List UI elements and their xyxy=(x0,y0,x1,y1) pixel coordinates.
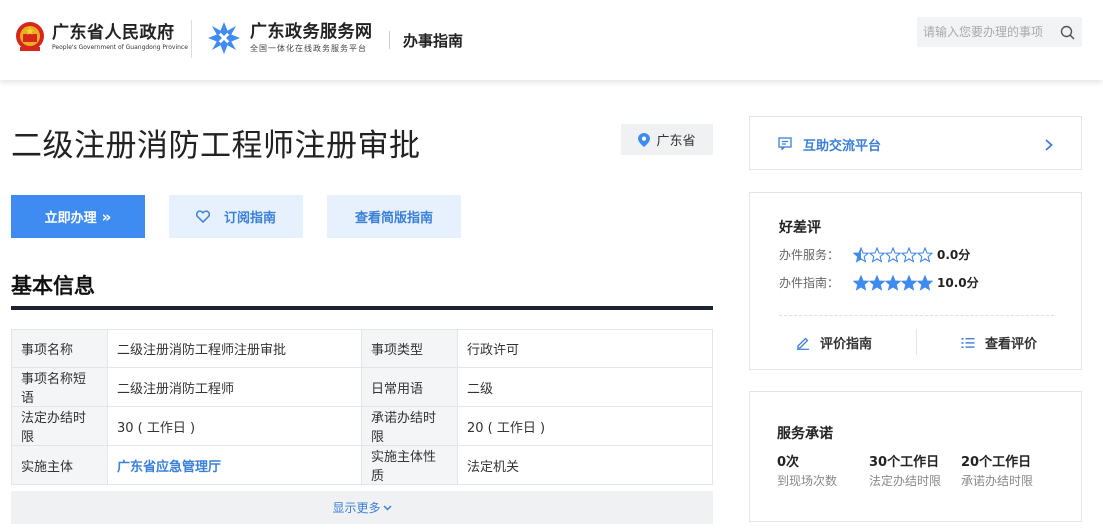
region-tag[interactable]: 广东省 xyxy=(621,124,713,155)
star-icon xyxy=(917,274,934,291)
national-emblem-icon xyxy=(16,22,44,51)
star-icon xyxy=(853,246,870,263)
table-value: 法定机关 xyxy=(457,445,713,485)
implementing-agency-link[interactable]: 广东省应急管理厅 xyxy=(107,445,362,485)
gov-name: 广东省人民政府 xyxy=(52,22,175,43)
star-icon xyxy=(869,246,886,263)
star-icon xyxy=(901,246,918,263)
view-ratings-label: 查看评价 xyxy=(985,337,1038,352)
list-icon xyxy=(961,337,975,348)
portal-tagline: 全国一体化在线政务服务平台 xyxy=(250,43,367,53)
guide-rating-row: 办件指南： 10.0分 xyxy=(779,274,979,291)
top-header: 广东省人民政府 People's Government of Guangdong… xyxy=(0,0,1103,80)
basic-info-title: 基本信息 xyxy=(11,274,95,298)
heart-icon xyxy=(195,210,210,223)
chat-icon xyxy=(778,137,792,150)
table-key: 实施主体性质 xyxy=(361,445,458,485)
table-key: 事项类型 xyxy=(361,329,458,368)
table-value: 二级 xyxy=(457,367,713,407)
show-more-button[interactable]: 显示更多 xyxy=(11,491,713,524)
double-chevron-right-icon: » xyxy=(101,207,112,226)
portal-logo[interactable]: 广东政务服务网 全国一体化在线政务服务平台 xyxy=(206,20,373,56)
table-key: 承诺办结时限 xyxy=(361,406,458,446)
region-label: 广东省 xyxy=(656,134,696,149)
table-value: 二级注册消防工程师 xyxy=(107,367,362,407)
header-divider xyxy=(191,20,192,58)
table-key: 实施主体 xyxy=(11,445,108,485)
simple-guide-button[interactable]: 查看简版指南 xyxy=(327,195,461,238)
handle-now-label: 立即办理 xyxy=(44,211,97,226)
rating-title: 好差评 xyxy=(779,220,821,236)
table-value: 30 ( 工作日 ) xyxy=(107,406,362,446)
nav-divider xyxy=(389,31,390,49)
location-pin-icon xyxy=(638,132,651,147)
table-key: 法定办结时限 xyxy=(11,406,108,446)
table-value: 行政许可 xyxy=(457,329,713,368)
table-value: 二级注册消防工程师注册审批 xyxy=(107,329,362,368)
help-platform-card[interactable]: 互助交流平台 xyxy=(749,116,1082,170)
help-platform-label: 互助交流平台 xyxy=(803,139,882,154)
promise-item: 30个工作日 法定办结时限 xyxy=(869,454,941,490)
promise-value: 0次 xyxy=(777,455,800,470)
promise-value: 20个工作日 xyxy=(961,455,1032,470)
guide-score: 10.0分 xyxy=(937,276,979,290)
table-value: 20 ( 工作日 ) xyxy=(457,406,713,446)
rate-guide-button[interactable]: 评价指南 xyxy=(796,333,872,352)
search-box xyxy=(917,17,1082,47)
service-rating-label: 办件服务： xyxy=(779,248,840,262)
gov-name-en: People's Government of Guangdong Provinc… xyxy=(52,43,188,51)
portal-name: 广东政务服务网 xyxy=(250,21,373,42)
table-key: 事项名称短语 xyxy=(11,367,108,407)
table-row: 法定办结时限 30 ( 工作日 ) 承诺办结时限 20 ( 工作日 ) xyxy=(11,406,713,446)
service-promise-card: 服务承诺 0次 到现场次数 30个工作日 法定办结时限 20个工作日 承诺办结时… xyxy=(749,391,1082,522)
simple-guide-label: 查看简版指南 xyxy=(354,211,433,226)
rating-action-divider xyxy=(916,329,917,355)
search-icon[interactable] xyxy=(1060,25,1075,40)
star-icon xyxy=(901,274,918,291)
table-key: 日常用语 xyxy=(361,367,458,407)
basic-info-table: 事项名称 二级注册消防工程师注册审批 事项类型 行政许可 事项名称短语 二级注册… xyxy=(11,329,713,485)
edit-pencil-icon xyxy=(797,337,809,350)
star-icon xyxy=(885,246,902,263)
rating-divider xyxy=(779,315,1054,316)
promise-label: 到现场次数 xyxy=(777,474,838,488)
subscribe-guide-label: 订阅指南 xyxy=(223,211,276,226)
promise-item: 0次 到现场次数 xyxy=(777,454,837,490)
section-rule xyxy=(11,306,713,310)
guide-rating-label: 办件指南： xyxy=(779,276,840,290)
table-row: 实施主体 广东省应急管理厅 实施主体性质 法定机关 xyxy=(11,445,713,485)
chevron-down-icon xyxy=(382,504,392,511)
promise-value: 30个工作日 xyxy=(869,455,940,470)
rate-guide-label: 评价指南 xyxy=(820,337,873,352)
page-title: 二级注册消防工程师注册审批 xyxy=(11,128,421,164)
table-row: 事项名称 二级注册消防工程师注册审批 事项类型 行政许可 xyxy=(11,329,713,368)
service-score: 0.0分 xyxy=(937,248,971,262)
search-input[interactable] xyxy=(923,22,1057,42)
gov-logo[interactable]: 广东省人民政府 People's Government of Guangdong… xyxy=(14,20,188,54)
nav-guide-link[interactable]: 办事指南 xyxy=(403,30,463,51)
portal-mark-icon xyxy=(208,22,240,54)
star-icon xyxy=(853,274,870,291)
promise-label: 承诺办结时限 xyxy=(961,474,1034,488)
service-stars xyxy=(853,246,934,263)
guide-stars xyxy=(853,274,934,291)
star-icon xyxy=(885,274,902,291)
promise-label: 法定办结时限 xyxy=(869,474,942,488)
rating-card: 好差评 办件服务： 0.0分 办件指南： 10.0分 评价指南 查看评价 xyxy=(749,192,1082,370)
promise-item: 20个工作日 承诺办结时限 xyxy=(961,454,1033,490)
chevron-right-icon xyxy=(1045,139,1053,151)
table-key: 事项名称 xyxy=(11,329,108,368)
handle-now-button[interactable]: 立即办理 » xyxy=(11,195,145,238)
star-icon xyxy=(869,274,886,291)
show-more-label: 显示更多 xyxy=(332,501,381,515)
table-row: 事项名称短语 二级注册消防工程师 日常用语 二级 xyxy=(11,367,713,407)
star-icon xyxy=(917,246,934,263)
view-ratings-button[interactable]: 查看评价 xyxy=(961,333,1037,352)
service-rating-row: 办件服务： 0.0分 xyxy=(779,246,970,263)
subscribe-guide-button[interactable]: 订阅指南 xyxy=(169,195,303,238)
service-promise-title: 服务承诺 xyxy=(777,426,833,442)
